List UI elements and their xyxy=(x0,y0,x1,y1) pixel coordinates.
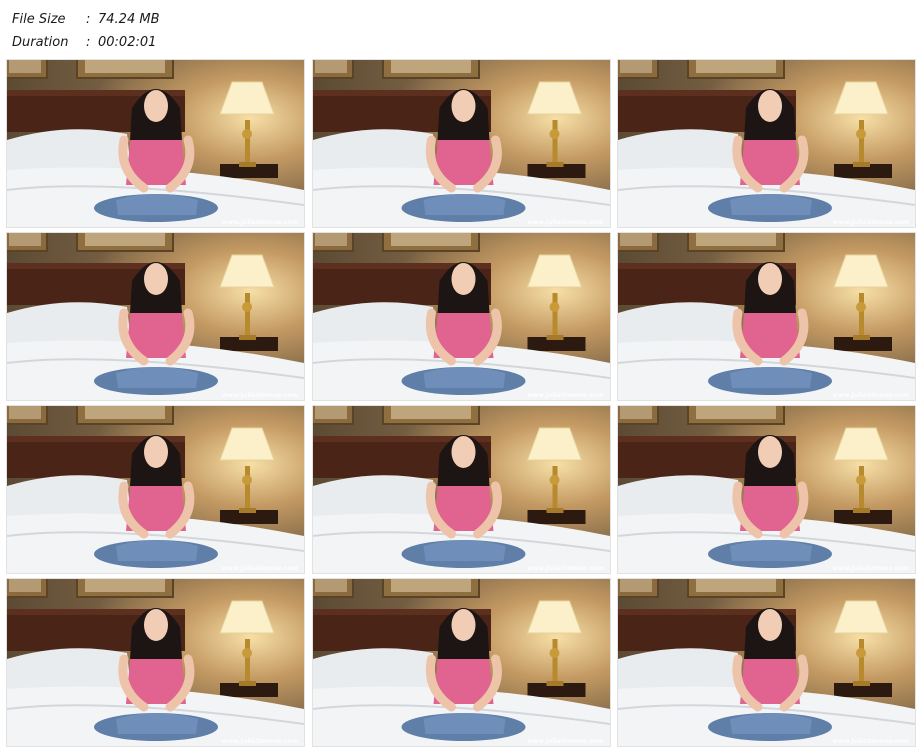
thumbnail-scene xyxy=(7,579,304,746)
thumbnail-watermark: www.JulieSimone.com xyxy=(527,565,604,572)
thumbnail-scene xyxy=(312,406,610,573)
video-thumbnail: www.JulieSimone.com xyxy=(7,60,304,227)
duration-value: 00:02:01 xyxy=(98,35,157,50)
video-thumbnail: www.JulieSimone.com xyxy=(618,579,915,746)
thumbnail-watermark: www.JulieSimone.com xyxy=(527,738,604,745)
video-thumbnail: www.JulieSimone.com xyxy=(312,579,610,746)
thumbnail-watermark: www.JulieSimone.com xyxy=(832,392,909,399)
thumbnail-watermark: www.JulieSimone.com xyxy=(832,565,909,572)
video-thumbnail: www.JulieSimone.com xyxy=(312,60,610,227)
thumbnail-scene xyxy=(618,579,915,746)
thumbnail-watermark: www.JulieSimone.com xyxy=(527,392,604,399)
thumbnail-scene xyxy=(618,406,915,573)
thumbnail-watermark: www.JulieSimone.com xyxy=(221,392,298,399)
thumbnail-scene xyxy=(312,60,610,227)
file-size-value: 74.24 MB xyxy=(98,12,160,27)
video-thumbnail: www.JulieSimone.com xyxy=(618,406,915,573)
duration-separator: : xyxy=(86,35,91,50)
thumbnail-watermark: www.JulieSimone.com xyxy=(221,219,298,226)
file-size-separator: : xyxy=(86,12,91,27)
video-thumbnail: www.JulieSimone.com xyxy=(7,579,304,746)
video-thumbnail: www.JulieSimone.com xyxy=(312,233,610,400)
thumbnail-scene xyxy=(312,233,610,400)
duration-label: Duration xyxy=(12,35,69,50)
thumbnail-scene xyxy=(312,579,610,746)
thumbnail-scene xyxy=(7,233,304,400)
video-thumbnail: www.JulieSimone.com xyxy=(618,60,915,227)
thumbnail-watermark: www.JulieSimone.com xyxy=(527,219,604,226)
thumbnail-watermark: www.JulieSimone.com xyxy=(832,738,909,745)
thumbnail-grid: www.JulieSimone.com www.JulieSimone.com … xyxy=(7,60,915,748)
thumbnail-watermark: www.JulieSimone.com xyxy=(221,738,298,745)
thumbnail-watermark: www.JulieSimone.com xyxy=(221,565,298,572)
thumbnail-scene xyxy=(7,60,304,227)
video-thumbnail: www.JulieSimone.com xyxy=(312,406,610,573)
thumbnail-scene xyxy=(618,60,915,227)
video-thumbnail: www.JulieSimone.com xyxy=(7,233,304,400)
video-thumbnail: www.JulieSimone.com xyxy=(7,406,304,573)
thumbnail-scene xyxy=(7,406,304,573)
video-thumbnail: www.JulieSimone.com xyxy=(618,233,915,400)
thumbnail-watermark: www.JulieSimone.com xyxy=(832,219,909,226)
thumbnail-scene xyxy=(618,233,915,400)
file-size-label: File Size xyxy=(12,12,66,27)
